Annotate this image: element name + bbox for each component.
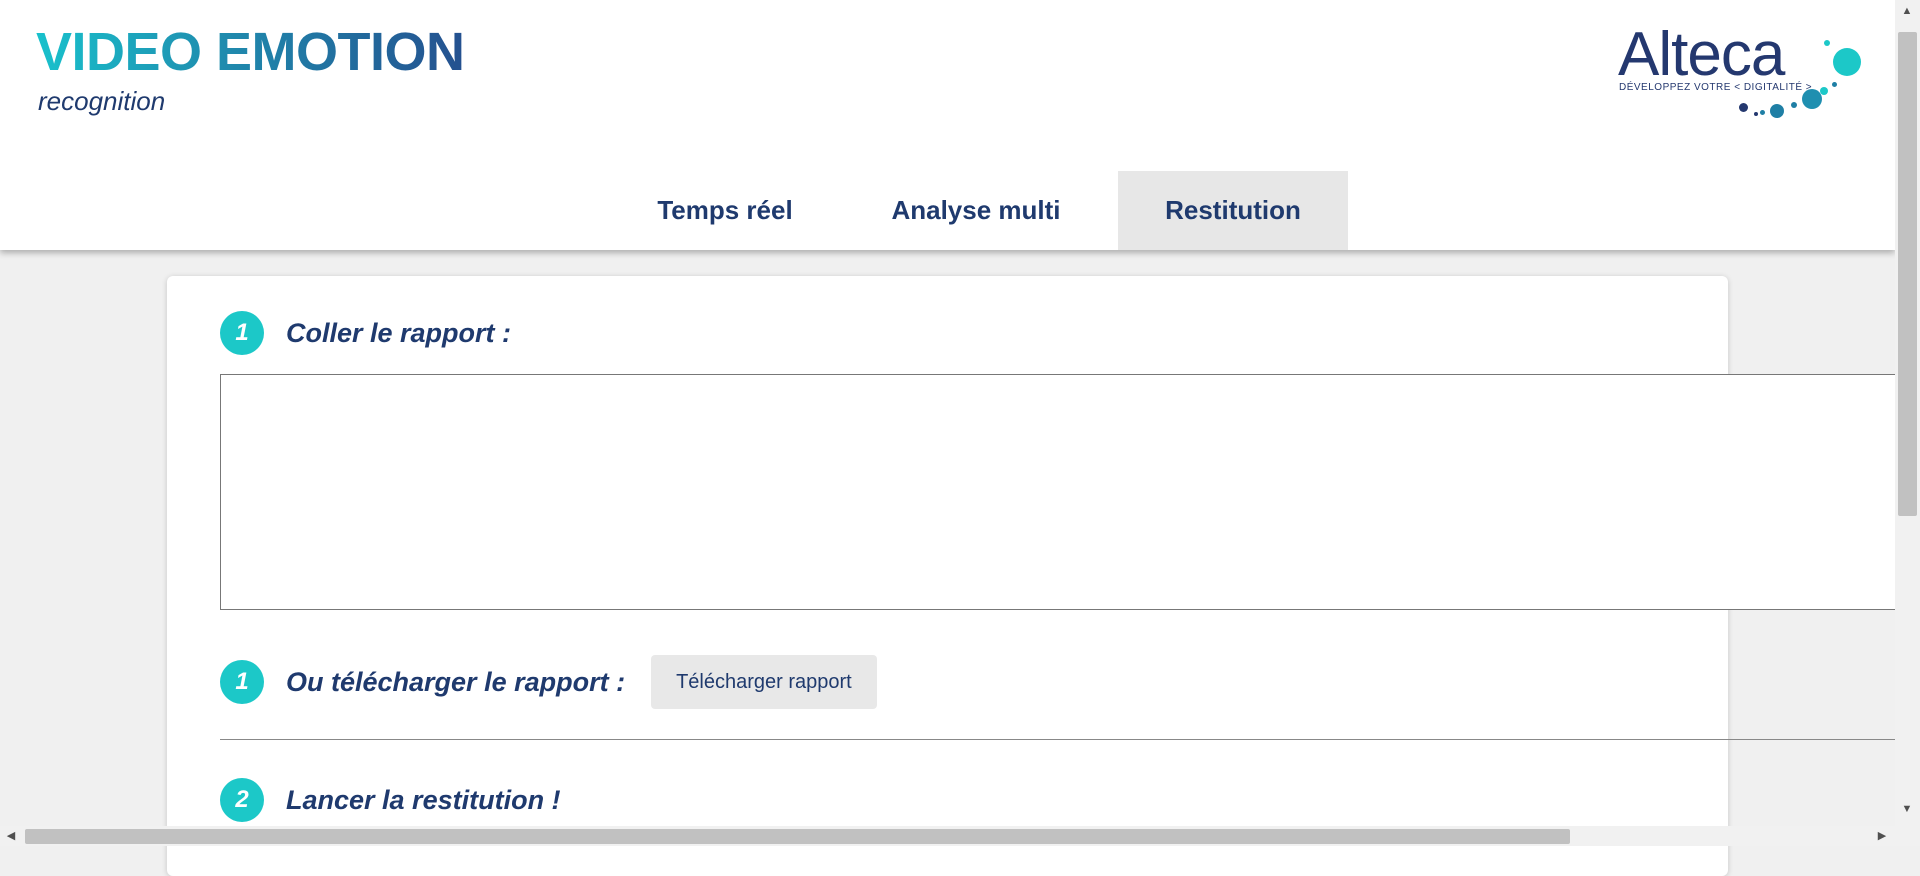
step-paste-report: 1 Coller le rapport :	[220, 311, 511, 355]
logo-dot	[1833, 48, 1861, 76]
upload-report-button[interactable]: Télécharger rapport	[651, 655, 877, 709]
section-divider	[220, 739, 1900, 740]
step-launch-restitution: 2 Lancer la restitution !	[220, 778, 561, 822]
logo-dot	[1820, 87, 1828, 95]
step-label: Coller le rapport :	[286, 317, 512, 348]
logo-dot	[1754, 112, 1758, 116]
vertical-scrollbar[interactable]: ▲ ▼	[1895, 0, 1920, 826]
main-tabs: Temps réel Analyse multi Restitution	[616, 171, 1348, 250]
logo-dot	[1770, 104, 1784, 118]
logo-dot	[1802, 89, 1822, 109]
scroll-left-icon[interactable]: ◀	[2, 829, 20, 843]
step-label: Ou télécharger le rapport :	[286, 666, 626, 697]
horizontal-scroll-thumb[interactable]	[25, 829, 1570, 844]
restitution-panel: 1 Coller le rapport : 1 Ou télécharger l…	[167, 276, 1900, 876]
scroll-down-icon[interactable]: ▼	[1898, 802, 1916, 816]
vertical-scroll-thumb[interactable]	[1898, 32, 1917, 516]
tab-analyse-multi[interactable]: Analyse multi	[834, 171, 1118, 250]
logo-tagline: DÉVELOPPEZ VOTRE < DIGITALITÉ >	[1619, 82, 1813, 93]
logo-dot	[1791, 102, 1797, 108]
logo-wordmark: Alteca	[1618, 20, 1785, 89]
step-label: Lancer la restitution !	[286, 784, 561, 815]
logo-dot	[1824, 40, 1830, 46]
tab-restitution[interactable]: Restitution	[1118, 171, 1348, 250]
logo-dot	[1832, 82, 1837, 87]
report-textarea[interactable]	[220, 374, 1900, 610]
app-title: VIDEO EMOTION	[36, 22, 465, 82]
step-number-badge: 2	[220, 778, 264, 822]
app-subtitle: recognition	[38, 86, 166, 116]
tab-temps-reel[interactable]: Temps réel	[616, 171, 834, 250]
logo-dot	[1760, 110, 1765, 115]
step-number-badge: 1	[220, 311, 264, 355]
logo-dot	[1739, 103, 1748, 112]
step-number-badge: 1	[220, 660, 264, 704]
horizontal-scrollbar[interactable]: ◀ ▶	[0, 826, 1920, 846]
scroll-up-icon[interactable]: ▲	[1898, 4, 1916, 18]
step-upload-report: 1 Ou télécharger le rapport : Télécharge…	[220, 655, 877, 709]
alteca-logo: Alteca DÉVELOPPEZ VOTRE < DIGITALITÉ >	[1615, 22, 1861, 126]
scroll-right-icon[interactable]: ▶	[1873, 829, 1891, 843]
app-header: VIDEO EMOTION recognition Alteca DÉVELOP…	[0, 0, 1895, 250]
